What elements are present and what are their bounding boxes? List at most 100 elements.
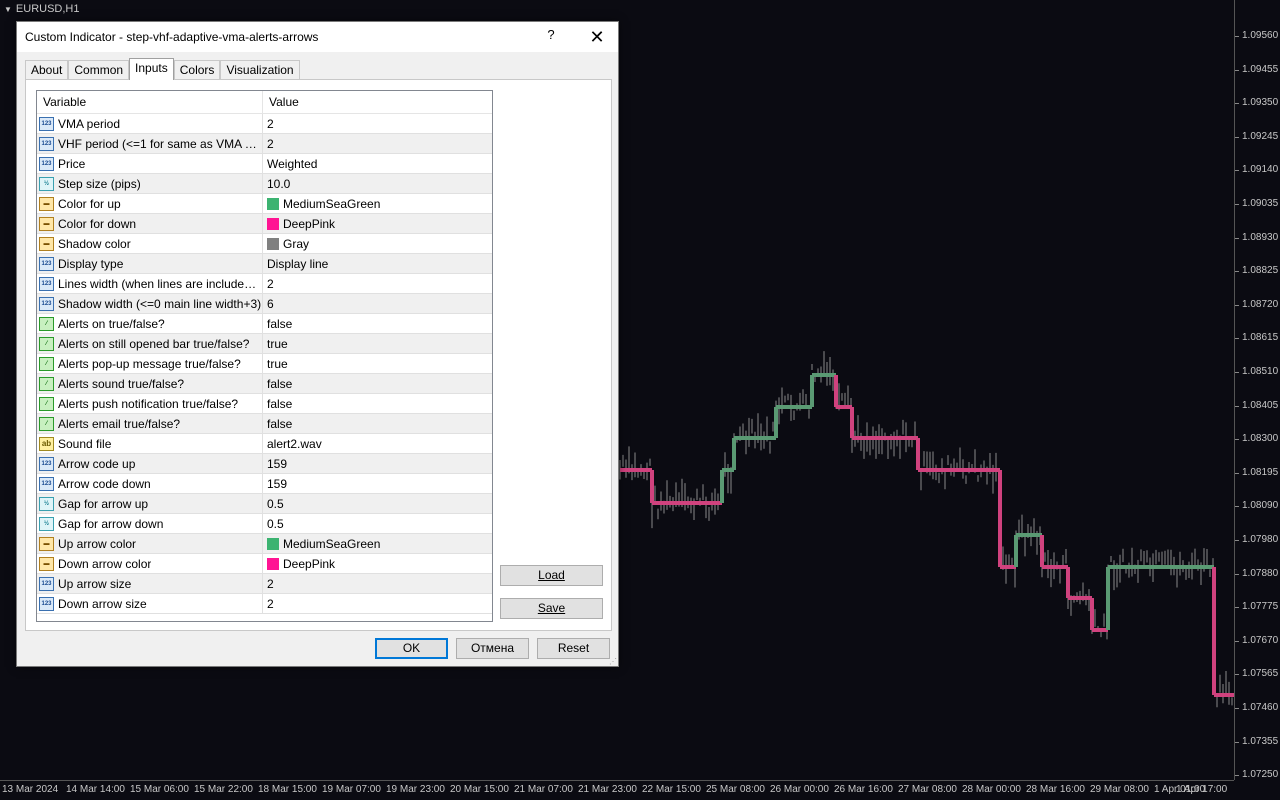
value-cell[interactable]: Gray <box>263 234 492 253</box>
value-cell[interactable]: 2 <box>263 574 492 593</box>
variable-cell: ▬ Color for down <box>37 214 263 233</box>
value-cell[interactable]: alert2.wav <box>263 434 492 453</box>
table-row[interactable]: 123 Arrow code up 159 <box>37 454 492 474</box>
variable-name: Alerts push notification true/false? <box>58 396 239 411</box>
time-label: 15 Mar 06:00 <box>130 784 189 795</box>
value-cell[interactable]: 6 <box>263 294 492 313</box>
help-button[interactable]: ? <box>543 27 559 47</box>
value-text: true <box>267 336 288 351</box>
variable-cell: ab Sound file <box>37 434 263 453</box>
variable-cell: ½ Gap for arrow down <box>37 514 263 533</box>
value-cell[interactable]: true <box>263 334 492 353</box>
table-row[interactable]: 123 Lines width (when lines are included … <box>37 274 492 294</box>
table-row[interactable]: 123 Display type Display line <box>37 254 492 274</box>
table-row[interactable]: ⁄ Alerts email true/false? false <box>37 414 492 434</box>
value-cell[interactable]: Display line <box>263 254 492 273</box>
cancel-button[interactable]: Отмена <box>456 638 529 659</box>
value-cell[interactable]: 2 <box>263 594 492 613</box>
table-row[interactable]: ½ Gap for arrow down 0.5 <box>37 514 492 534</box>
save-button[interactable]: Save <box>500 598 603 619</box>
variable-name: Lines width (when lines are included in … <box>58 276 262 291</box>
value-cell[interactable]: MediumSeaGreen <box>263 534 492 553</box>
value-cell[interactable]: false <box>263 414 492 433</box>
time-label: 28 Mar 00:00 <box>962 784 1021 795</box>
value-cell[interactable]: 10.0 <box>263 174 492 193</box>
value-text: Display line <box>267 256 329 271</box>
tab-inputs[interactable]: Inputs <box>129 58 174 80</box>
price-label: 1.07355 <box>1242 735 1279 747</box>
time-axis[interactable]: 13 Mar 2024 14 Mar 14:00 15 Mar 06:00 15 Ma… <box>0 780 1234 800</box>
table-row[interactable]: 123 Price Weighted <box>37 154 492 174</box>
price-axis[interactable]: 1.09560 1.09455 1.09350 1.09245 1.09140 1.090… <box>1234 0 1280 780</box>
table-row[interactable]: ▬ Color for up MediumSeaGreen <box>37 194 492 214</box>
value-cell[interactable]: DeepPink <box>263 554 492 573</box>
value-cell[interactable]: 2 <box>263 134 492 153</box>
boolean-icon: ⁄ <box>39 336 54 351</box>
value-text: DeepPink <box>283 556 336 571</box>
table-row[interactable]: 123 VHF period (<=1 for same as VMA perio… <box>37 134 492 154</box>
table-row[interactable]: 123 Arrow code down 159 <box>37 474 492 494</box>
chevron-down-icon[interactable]: ▼ <box>4 5 12 14</box>
ok-button[interactable]: OK <box>375 638 448 659</box>
value-cell[interactable]: 0.5 <box>263 514 492 533</box>
load-button[interactable]: Load <box>500 565 603 586</box>
price-tick <box>1235 540 1239 541</box>
tab-common[interactable]: Common <box>68 60 130 80</box>
price-label: 1.07880 <box>1242 567 1279 579</box>
value-cell[interactable]: 0.5 <box>263 494 492 513</box>
price-label: 1.09035 <box>1242 198 1279 209</box>
value-cell[interactable]: 159 <box>263 474 492 493</box>
table-row[interactable]: ⁄ Alerts pop-up message true/false? true <box>37 354 492 374</box>
column-header-value[interactable]: Value <box>263 91 492 113</box>
tab-about[interactable]: About <box>25 60 69 80</box>
column-header-variable[interactable]: Variable <box>37 91 263 113</box>
reset-button[interactable]: Reset <box>537 638 610 659</box>
table-row[interactable]: 123 Down arrow size 2 <box>37 594 492 614</box>
value-cell[interactable]: false <box>263 374 492 393</box>
value-cell[interactable]: false <box>263 314 492 333</box>
value-cell[interactable]: MediumSeaGreen <box>263 194 492 213</box>
price-label: 1.08930 <box>1242 231 1279 243</box>
value-cell[interactable]: 2 <box>263 114 492 133</box>
value-text: MediumSeaGreen <box>283 536 381 551</box>
value-cell[interactable]: true <box>263 354 492 373</box>
variable-name: Price <box>58 156 86 171</box>
dialog-titlebar[interactable]: Custom Indicator - step-vhf-adaptive-vma… <box>17 22 618 52</box>
value-cell[interactable]: 2 <box>263 274 492 293</box>
value-text: true <box>267 356 288 371</box>
table-row[interactable]: ▬ Shadow color Gray <box>37 234 492 254</box>
tab-colors[interactable]: Colors <box>173 60 221 80</box>
table-row[interactable]: ▬ Down arrow color DeepPink <box>37 554 492 574</box>
time-label: 20 Mar 15:00 <box>450 784 509 795</box>
table-row[interactable]: ⁄ Alerts on true/false? false <box>37 314 492 334</box>
table-row[interactable]: 123 VMA period 2 <box>37 114 492 134</box>
variable-name: Gap for arrow up <box>58 496 149 511</box>
resize-grip-icon[interactable]: ⋰ <box>609 657 617 666</box>
table-row[interactable]: ▬ Color for down DeepPink <box>37 214 492 234</box>
table-row[interactable]: ⁄ Alerts push notification true/false? fal… <box>37 394 492 414</box>
inputs-grid: Variable Value 123 VMA period 2 123 VHF peri… <box>36 90 493 622</box>
table-row[interactable]: ▬ Up arrow color MediumSeaGreen <box>37 534 492 554</box>
variable-name: Shadow color <box>58 236 131 251</box>
value-cell[interactable]: DeepPink <box>263 214 492 233</box>
table-row[interactable]: ab Sound file alert2.wav <box>37 434 492 454</box>
table-row[interactable]: 123 Up arrow size 2 <box>37 574 492 594</box>
value-cell[interactable]: Weighted <box>263 154 492 173</box>
color-icon: ▬ <box>39 556 54 571</box>
table-row[interactable]: ⁄ Alerts sound true/false? false <box>37 374 492 394</box>
price-tick <box>1235 103 1239 105</box>
value-text: MediumSeaGreen <box>283 196 381 211</box>
variable-name: Up arrow size <box>58 576 132 591</box>
close-icon[interactable]: ✕ <box>585 25 609 49</box>
variable-cell: 123 Price <box>37 154 263 173</box>
value-cell[interactable]: 159 <box>263 454 492 473</box>
table-row[interactable]: ½ Gap for arrow up 0.5 <box>37 494 492 514</box>
tab-visualization[interactable]: Visualization <box>220 60 300 80</box>
color-icon: ▬ <box>39 236 54 251</box>
value-cell[interactable]: false <box>263 394 492 413</box>
price-label: 1.08825 <box>1242 265 1279 277</box>
variable-cell: ⁄ Alerts on still opened bar true/false? <box>37 334 263 353</box>
table-row[interactable]: 123 Shadow width (<=0 main line width+3) 6 <box>37 294 492 314</box>
table-row[interactable]: ½ Step size (pips) 10.0 <box>37 174 492 194</box>
table-row[interactable]: ⁄ Alerts on still opened bar true/false? t… <box>37 334 492 354</box>
